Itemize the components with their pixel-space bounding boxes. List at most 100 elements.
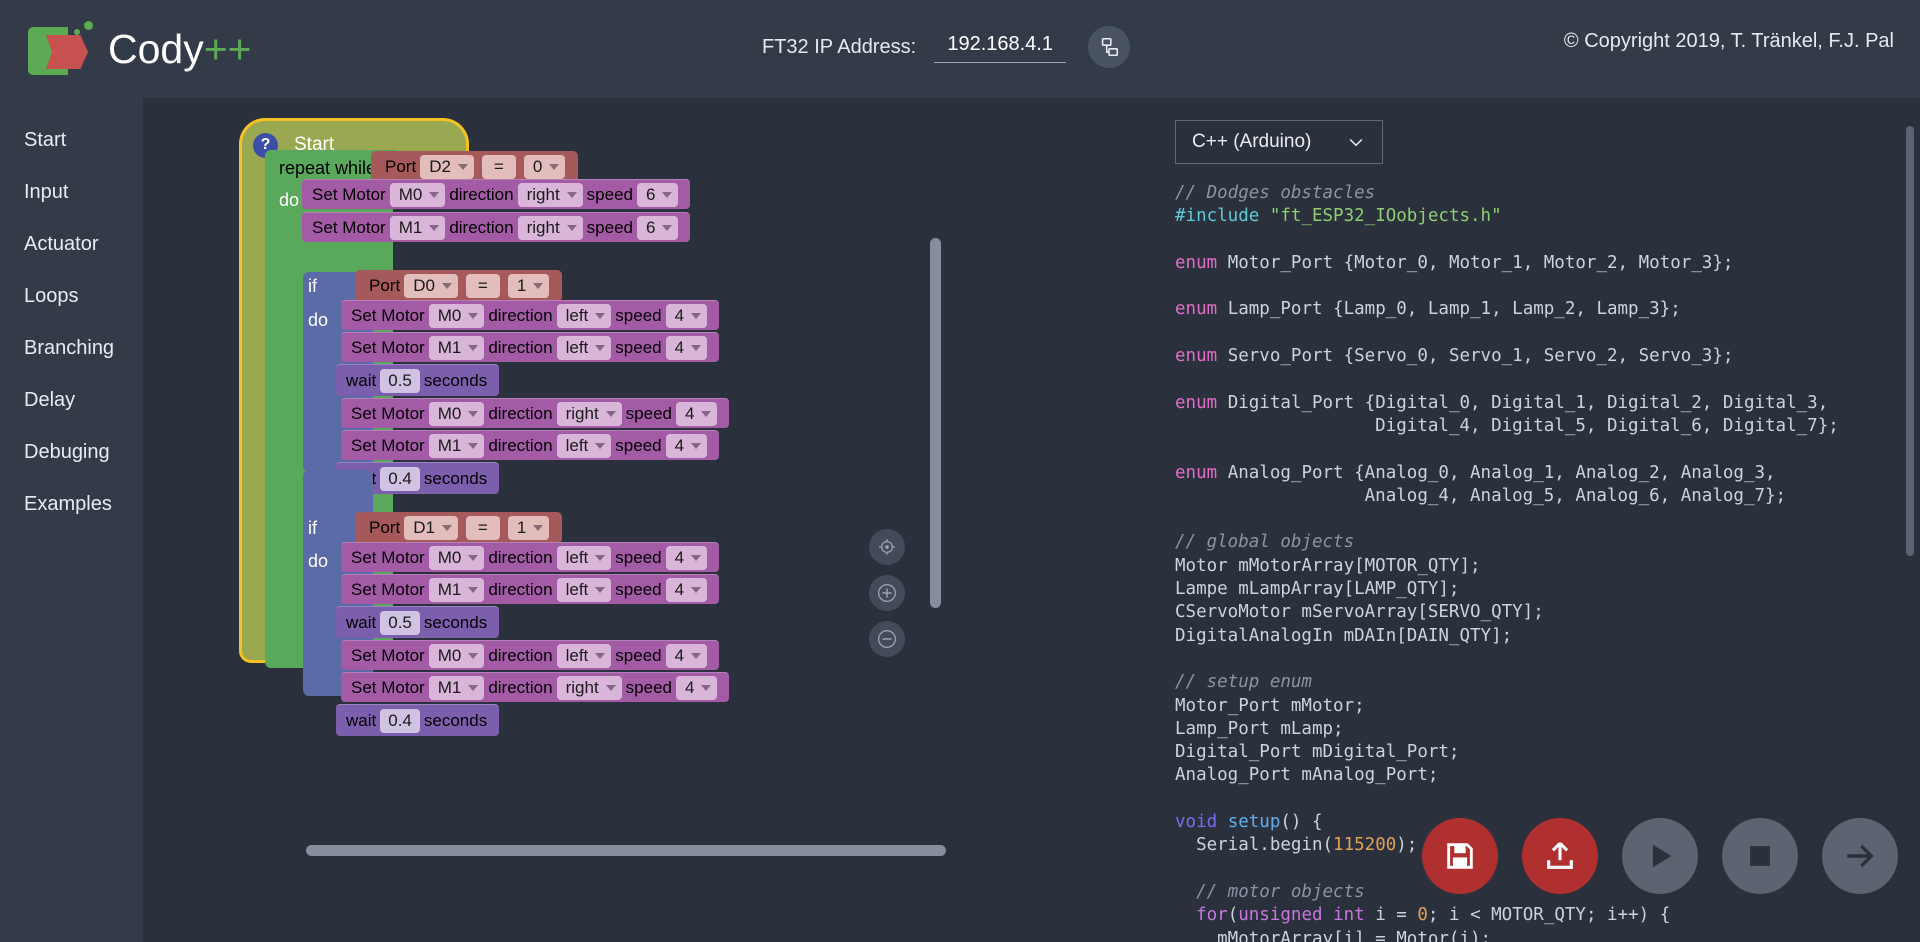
- if-condition-prefix: Port: [369, 518, 401, 537]
- motor-direction-dropdown[interactable]: right: [556, 675, 622, 700]
- chevron-down-icon: [691, 344, 702, 351]
- motor-block[interactable]: Set Motor M1 direction right speed 6: [302, 212, 691, 242]
- wait-block-label: wait: [346, 710, 377, 730]
- motor-port-dropdown[interactable]: M0: [428, 643, 485, 668]
- motor-block[interactable]: Set Motor M1 direction left speed 4: [341, 430, 720, 460]
- if-condition-value-dropdown[interactable]: 1: [507, 516, 550, 540]
- wait-duration-field[interactable]: 0.5: [380, 610, 420, 635]
- motor-block[interactable]: Set Motor M1 direction left speed 4: [341, 574, 720, 604]
- motor-direction-dropdown[interactable]: right: [556, 401, 622, 426]
- language-select[interactable]: C++ (Arduino): [1175, 120, 1383, 164]
- loop-condition-value-dropdown[interactable]: 0: [523, 155, 566, 179]
- motor-block[interactable]: Set Motor M1 direction left speed 4: [341, 332, 720, 362]
- motor-speed-dropdown[interactable]: 6: [637, 182, 679, 207]
- connect-button[interactable]: [1088, 26, 1131, 68]
- if-condition-block[interactable]: Port D1 = 1: [355, 512, 563, 544]
- chevron-down-icon: [441, 283, 452, 289]
- motor-speed-value: 4: [674, 337, 685, 357]
- motor-port-dropdown[interactable]: M1: [389, 215, 446, 240]
- center-block-button[interactable]: [869, 529, 905, 565]
- motor-block[interactable]: Set Motor M0 direction right speed 4: [341, 398, 730, 428]
- wait-duration-field[interactable]: 0.5: [380, 368, 420, 393]
- motor-block[interactable]: Set Motor M0 direction left speed 4: [341, 300, 720, 330]
- code-vertical-scrollbar[interactable]: [1906, 126, 1914, 556]
- save-button[interactable]: [1422, 818, 1498, 894]
- if-condition-port-dropdown[interactable]: D0: [404, 274, 458, 298]
- sidebar-item-examples[interactable]: Examples: [0, 478, 143, 530]
- motor-port-dropdown[interactable]: M0: [428, 303, 485, 328]
- motor-direction-dropdown[interactable]: left: [556, 335, 612, 360]
- sidebar-item-debuging[interactable]: Debuging: [0, 426, 143, 478]
- wait-block[interactable]: wait 0.5 seconds: [336, 364, 500, 396]
- motor-speed-dropdown[interactable]: 4: [665, 643, 708, 668]
- loop-condition-operator[interactable]: =: [481, 155, 516, 179]
- motor-speed-dropdown[interactable]: 4: [665, 335, 708, 360]
- block-workspace[interactable]: ? Start repeat while do Port D2 = 0 Set …: [143, 98, 1153, 942]
- chevron-down-icon: [662, 224, 673, 231]
- motor-port-dropdown[interactable]: M0: [428, 545, 485, 570]
- stop-button[interactable]: [1722, 818, 1798, 894]
- app-logo[interactable]: Cody++: [0, 21, 252, 77]
- motor-direction-dropdown[interactable]: left: [556, 303, 612, 328]
- sidebar-item-branching[interactable]: Branching: [0, 322, 143, 374]
- if-condition-value-dropdown[interactable]: 1: [507, 274, 550, 298]
- motor-direction-dropdown[interactable]: right: [517, 215, 583, 240]
- workspace-horizontal-scrollbar[interactable]: [306, 845, 946, 856]
- chevron-down-icon: [468, 410, 479, 417]
- motor-speed-label: speed: [625, 677, 672, 697]
- chevron-down-icon: [691, 586, 702, 593]
- motor-port-dropdown[interactable]: M1: [428, 577, 485, 602]
- motor-speed-dropdown[interactable]: 4: [665, 433, 708, 458]
- motor-block[interactable]: Set Motor M0 direction left speed 4: [341, 640, 720, 670]
- ip-address-input[interactable]: [934, 31, 1067, 63]
- motor-block[interactable]: Set Motor M0 direction left speed 4: [341, 542, 720, 572]
- motor-speed-dropdown[interactable]: 4: [676, 675, 718, 700]
- zoom-in-button[interactable]: [869, 575, 905, 611]
- motor-direction-dropdown[interactable]: left: [556, 433, 612, 458]
- wait-block[interactable]: wait 0.5 seconds: [336, 606, 500, 638]
- if-condition-port-value: D1: [413, 518, 435, 537]
- sidebar-item-loops[interactable]: Loops: [0, 270, 143, 322]
- if-condition-operator[interactable]: =: [465, 516, 500, 540]
- loop-condition-prefix: Port: [385, 157, 417, 176]
- motor-port-dropdown[interactable]: M0: [389, 182, 446, 207]
- motor-block-label: Set Motor: [351, 579, 425, 599]
- if-condition-operator[interactable]: =: [465, 274, 500, 298]
- if-condition-port-dropdown[interactable]: D1: [404, 516, 458, 540]
- motor-speed-dropdown[interactable]: 4: [676, 401, 718, 426]
- sidebar-item-delay[interactable]: Delay: [0, 374, 143, 426]
- sidebar-item-actuator[interactable]: Actuator: [0, 218, 143, 270]
- motor-speed-dropdown[interactable]: 4: [665, 545, 708, 570]
- motor-port-dropdown[interactable]: M1: [428, 675, 485, 700]
- wait-block[interactable]: wait 0.4 seconds: [336, 704, 500, 736]
- motor-speed-dropdown[interactable]: 6: [637, 215, 679, 240]
- motor-port-dropdown[interactable]: M1: [428, 335, 485, 360]
- motor-direction-dropdown[interactable]: left: [556, 545, 612, 570]
- next-button[interactable]: [1822, 818, 1898, 894]
- motor-speed-dropdown[interactable]: 4: [665, 303, 708, 328]
- motor-block[interactable]: Set Motor M0 direction right speed 6: [302, 179, 691, 209]
- chevron-down-icon: [468, 652, 479, 659]
- sidebar-item-start[interactable]: Start: [0, 114, 143, 166]
- motor-direction-dropdown[interactable]: right: [517, 182, 583, 207]
- motor-direction-dropdown[interactable]: left: [556, 577, 612, 602]
- app-title-suffix: ++: [203, 25, 252, 72]
- motor-block-label: Set Motor: [351, 645, 425, 665]
- zoom-out-button[interactable]: [869, 621, 905, 657]
- motor-speed-dropdown[interactable]: 4: [665, 577, 708, 602]
- loop-condition-port-dropdown[interactable]: D2: [420, 155, 474, 179]
- wait-duration-field[interactable]: 0.4: [380, 466, 420, 491]
- motor-block-label: Set Motor: [312, 217, 386, 237]
- chevron-down-icon: [595, 652, 606, 659]
- motor-block[interactable]: Set Motor M1 direction right speed 4: [341, 672, 730, 702]
- motor-port-dropdown[interactable]: M0: [428, 401, 485, 426]
- motor-direction-dropdown[interactable]: left: [556, 643, 612, 668]
- sidebar-item-input[interactable]: Input: [0, 166, 143, 218]
- if-condition-block[interactable]: Port D0 = 1: [355, 270, 563, 302]
- workspace-vertical-scrollbar[interactable]: [930, 238, 941, 608]
- chevron-down-icon: [605, 684, 616, 691]
- motor-port-dropdown[interactable]: M1: [428, 433, 485, 458]
- wait-duration-field[interactable]: 0.4: [380, 708, 420, 733]
- upload-button[interactable]: [1522, 818, 1598, 894]
- run-button[interactable]: [1622, 818, 1698, 894]
